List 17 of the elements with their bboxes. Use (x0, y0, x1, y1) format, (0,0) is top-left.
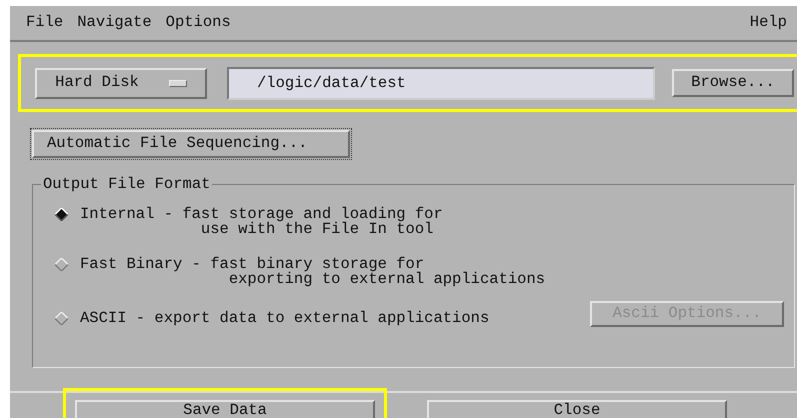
radio-button[interactable] (55, 258, 68, 271)
footer-button[interactable]: Close (427, 400, 727, 418)
sequencing-button[interactable]: Automatic File Sequencing... (32, 130, 350, 158)
option-label: Fast Binary - fast binary storage for exporting to external applications (80, 257, 546, 287)
footer-button[interactable]: Save Data (75, 400, 375, 418)
menu-item[interactable]: Options (166, 11, 231, 35)
menu-item[interactable]: File (26, 11, 64, 35)
option-label: ASCII - export data to external applications (80, 310, 490, 326)
option-label: Internal - fast storage and loading for use with the File In tool (80, 207, 443, 237)
group-title: Output File Format (41, 174, 212, 194)
drive-dropdown[interactable]: Hard Disk (35, 68, 207, 98)
menu-item[interactable]: Navigate (77, 11, 152, 35)
menu-item[interactable]: Help (750, 11, 787, 35)
dropdown-indicator-icon (168, 80, 187, 86)
radio-button[interactable] (55, 312, 68, 325)
path-field[interactable]: /logic/data/test (227, 66, 655, 100)
browse-button[interactable]: Browse... (672, 69, 794, 97)
